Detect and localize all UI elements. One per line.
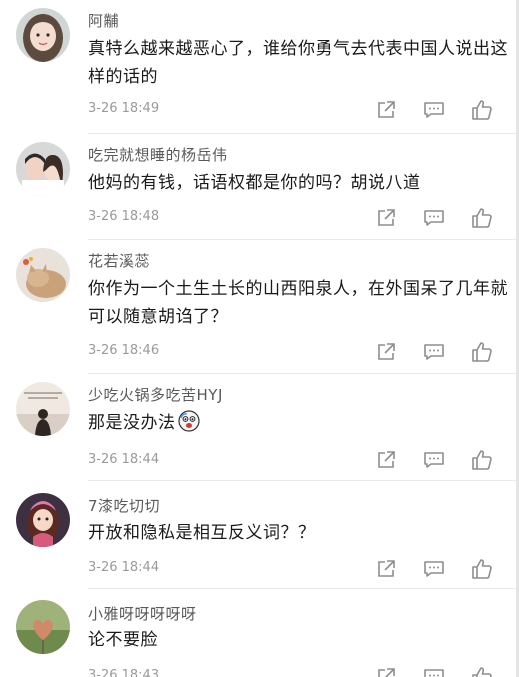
like-button[interactable] <box>470 340 494 364</box>
share-button[interactable] <box>374 98 398 122</box>
reply-button[interactable] <box>422 98 446 122</box>
comment-time: 3-26 18:48 <box>88 209 160 224</box>
user-avatar[interactable] <box>16 493 70 547</box>
username[interactable]: 阿黼 <box>88 10 119 31</box>
comment-icon <box>424 561 444 577</box>
share-icon <box>378 560 395 577</box>
thumbs-up-icon <box>472 559 492 579</box>
comment-icon <box>424 102 444 118</box>
comment-icon <box>424 344 444 360</box>
share-icon <box>378 343 395 360</box>
comment-text: 他妈的有钱，话语权都是你的吗？胡说八道 <box>88 173 421 193</box>
comment-time: 3-26 18:43 <box>88 668 160 677</box>
comment-actions <box>374 98 498 122</box>
reply-button[interactable] <box>422 206 446 230</box>
share-button[interactable] <box>374 557 398 581</box>
user-avatar[interactable] <box>16 142 70 196</box>
comment-item: 小雅呀呀呀呀呀 论不要脸 3-26 18:43 <box>0 589 516 677</box>
thumbs-up-icon <box>472 450 492 470</box>
share-button[interactable] <box>374 206 398 230</box>
cartoon-girl-avatar-icon <box>16 493 70 547</box>
share-button[interactable] <box>374 665 398 677</box>
share-icon <box>378 451 395 468</box>
thumbs-up-icon <box>472 667 492 677</box>
like-button[interactable] <box>470 557 494 581</box>
comment-icon <box>424 452 444 468</box>
username[interactable]: 小雅呀呀呀呀呀 <box>88 603 197 624</box>
share-button[interactable] <box>374 448 398 472</box>
comment-text: 真特么越来越恶心了，谁给你勇气去代表中国人说出这样的话的 <box>88 39 508 87</box>
reply-button[interactable] <box>422 448 446 472</box>
share-button[interactable] <box>374 340 398 364</box>
share-icon <box>378 101 395 118</box>
comment-actions <box>374 340 498 364</box>
reply-button[interactable] <box>422 665 446 677</box>
comment-actions <box>374 448 498 472</box>
comment-actions <box>374 665 498 677</box>
cat-photo-avatar-icon <box>16 248 70 302</box>
comment-text: 开放和隐私是相互反义词？？ <box>88 523 316 543</box>
comment-actions <box>374 557 498 581</box>
heart-balloon-avatar-icon <box>16 600 70 654</box>
comment-item: 阿黼 真特么越来越恶心了，谁给你勇气去代表中国人说出这样的话的 3-26 18:… <box>0 0 516 134</box>
like-button[interactable] <box>470 206 494 230</box>
comment-text-body: 那是没办法 <box>88 413 176 433</box>
comment-icon <box>424 669 444 677</box>
like-button[interactable] <box>470 98 494 122</box>
user-avatar[interactable] <box>16 600 70 654</box>
reply-button[interactable] <box>422 340 446 364</box>
share-icon <box>378 209 395 226</box>
couple-photo-avatar-icon <box>16 142 70 196</box>
comment-actions <box>374 206 498 230</box>
like-button[interactable] <box>470 448 494 472</box>
comment-item: 少吃火锅多吃苦HYJ 那是没办法 3-26 18:44 <box>0 374 516 481</box>
user-avatar[interactable] <box>16 248 70 302</box>
comment-time: 3-26 18:44 <box>88 452 160 467</box>
thumbs-up-icon <box>472 208 492 228</box>
comment-time: 3-26 18:44 <box>88 560 160 575</box>
laughing-emoji-icon <box>177 410 200 432</box>
thumbs-up-icon <box>472 100 492 120</box>
comment-item: 花若溪蕊 你作为一个土生土长的山西阳泉人，在外国呆了几年就可以随意胡诌了？ 3-… <box>0 240 516 374</box>
username[interactable]: 少吃火锅多吃苦HYJ <box>88 384 223 405</box>
comment-time: 3-26 18:46 <box>88 343 160 358</box>
girl-silhouette-avatar-icon <box>16 382 70 436</box>
share-icon <box>378 668 395 677</box>
comment-text: 你作为一个土生土长的山西阳泉人，在外国呆了几年就可以随意胡诌了？ <box>88 279 508 327</box>
comment-item: 7漆吃切切 开放和隐私是相互反义词？？ 3-26 18:44 <box>0 481 516 589</box>
like-button[interactable] <box>470 665 494 677</box>
girl-face-avatar-icon <box>16 8 70 62</box>
comment-time: 3-26 18:49 <box>88 101 160 116</box>
user-avatar[interactable] <box>16 382 70 436</box>
thumbs-up-icon <box>472 342 492 362</box>
reply-button[interactable] <box>422 557 446 581</box>
username[interactable]: 花若溪蕊 <box>88 250 150 271</box>
comment-text: 论不要脸 <box>88 630 158 650</box>
user-avatar[interactable] <box>16 8 70 62</box>
comment-item: 吃完就想睡的杨岳伟 他妈的有钱，话语权都是你的吗？胡说八道 3-26 18:48 <box>0 134 516 240</box>
comment-icon <box>424 210 444 226</box>
comment-list: 阿黼 真特么越来越恶心了，谁给你勇气去代表中国人说出这样的话的 3-26 18:… <box>0 0 519 677</box>
comment-text: 那是没办法 <box>88 409 508 437</box>
username[interactable]: 7漆吃切切 <box>88 495 160 516</box>
username[interactable]: 吃完就想睡的杨岳伟 <box>88 144 228 165</box>
